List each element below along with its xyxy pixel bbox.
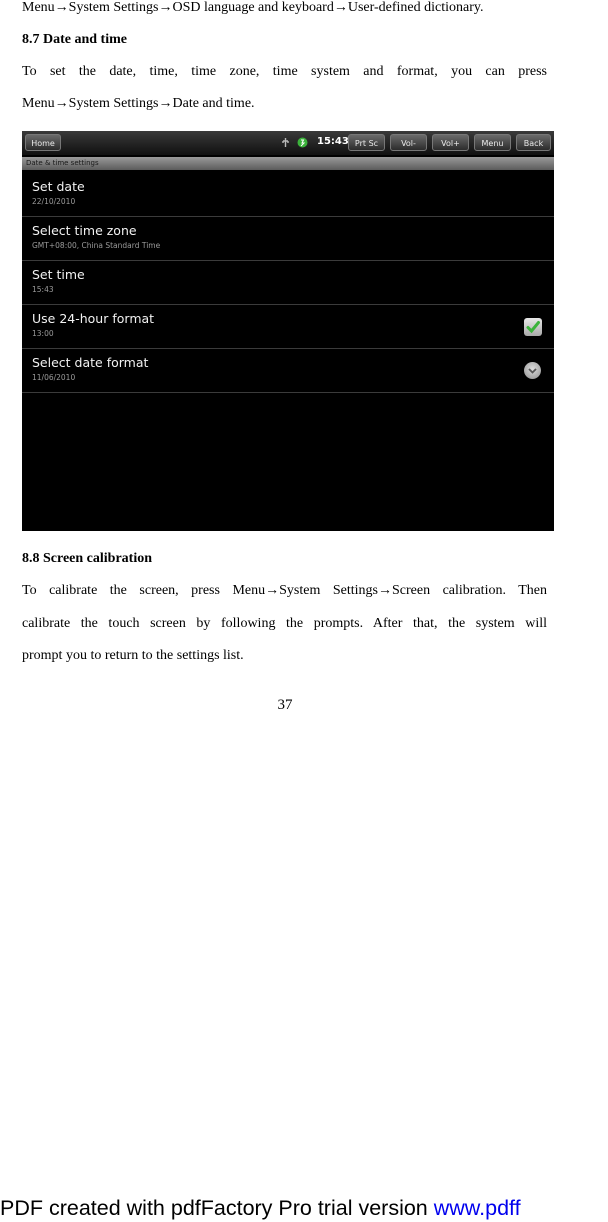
checkmark-icon — [526, 321, 540, 334]
settings-title: Date & time settings — [22, 157, 554, 170]
paragraph-line: calibrate the touch screen by following … — [22, 616, 547, 631]
setting-title: Set date — [32, 179, 85, 194]
chevron-down-icon — [528, 368, 537, 374]
prtsc-button[interactable]: Prt Sc — [348, 134, 385, 151]
setting-summary: 15:43 — [32, 285, 54, 294]
date-format-dropdown[interactable] — [524, 362, 541, 379]
intro-line: Menu→System Settings→OSD language and ke… — [22, 0, 484, 15]
battery-icon — [297, 137, 308, 148]
paragraph-line: Menu→System Settings→Date and time. — [22, 96, 255, 111]
setting-select-date-format[interactable]: Select date format 11/06/2010 — [22, 349, 554, 393]
heading-screen-calibration: 8.8 Screen calibration — [22, 551, 153, 566]
use-24-hour-checkbox[interactable] — [524, 318, 542, 336]
vol-down-button[interactable]: Vol- — [390, 134, 427, 151]
pdf-footer: PDF created with pdfFactory Pro trial ve… — [0, 1196, 521, 1221]
home-button[interactable]: Home — [25, 134, 61, 151]
setting-summary: GMT+08:00, China Standard Time — [32, 241, 161, 250]
footer-text: PDF created with pdfFactory Pro trial ve… — [0, 1196, 434, 1220]
vol-up-button[interactable]: Vol+ — [432, 134, 469, 151]
setting-summary: 13:00 — [32, 329, 54, 338]
setting-title: Use 24-hour format — [32, 311, 155, 326]
back-button[interactable]: Back — [516, 134, 551, 151]
setting-summary: 22/10/2010 — [32, 197, 76, 206]
footer-link[interactable]: www.pdff — [434, 1196, 521, 1220]
date-time-settings-screenshot: Home 15:43 Prt Sc Vol- Vol+ Menu Back Da… — [22, 131, 554, 531]
setting-title: Set time — [32, 267, 85, 282]
clock-text: 15:43 — [317, 136, 349, 147]
setting-title: Select date format — [32, 355, 149, 370]
paragraph-line: To calibrate the screen, press Menu→Syst… — [22, 583, 547, 598]
setting-use-24-hour-format[interactable]: Use 24-hour format 13:00 — [22, 305, 554, 349]
setting-select-time-zone[interactable]: Select time zone GMT+08:00, China Standa… — [22, 217, 554, 261]
setting-set-date[interactable]: Set date 22/10/2010 — [22, 173, 554, 217]
status-bar: Home 15:43 Prt Sc Vol- Vol+ Menu Back — [22, 131, 554, 155]
menu-button[interactable]: Menu — [474, 134, 511, 151]
paragraph-line: prompt you to return to the settings lis… — [22, 648, 244, 663]
setting-title: Select time zone — [32, 223, 137, 238]
heading-date-time: 8.7 Date and time — [22, 32, 127, 47]
setting-set-time[interactable]: Set time 15:43 — [22, 261, 554, 305]
page-number: 37 — [277, 697, 293, 713]
setting-summary: 11/06/2010 — [32, 373, 76, 382]
paragraph-line: To set the date, time, time zone, time s… — [22, 64, 547, 79]
usb-icon — [282, 138, 289, 147]
